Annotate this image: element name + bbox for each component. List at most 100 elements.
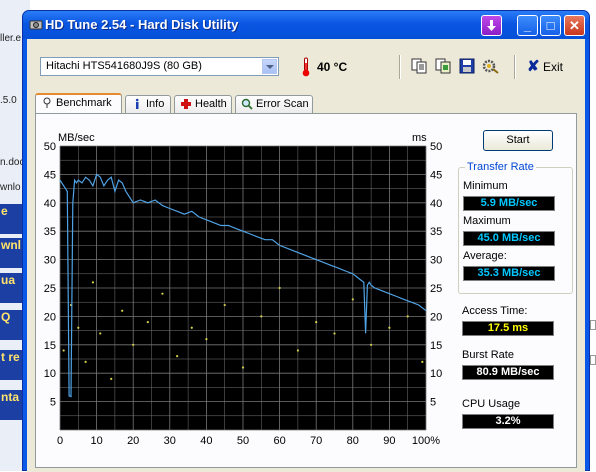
average-value: 35.3 MB/sec bbox=[463, 266, 555, 281]
y-tick-label-right: 10 bbox=[430, 368, 442, 380]
access-time-point bbox=[62, 349, 65, 352]
y-tick-label-right: 15 bbox=[430, 340, 442, 352]
access-time-point bbox=[260, 315, 263, 318]
cpu-usage-label: CPU Usage bbox=[462, 398, 521, 410]
y-tick-label-right: 45 bbox=[430, 169, 442, 181]
thermometer-icon bbox=[302, 57, 310, 77]
background-right-strip bbox=[590, 300, 596, 471]
benchmark-chart: MB/sec ms 0 10 20 30 40 50 60 70 80 90 100% 5 5 10 10 1… bbox=[44, 132, 443, 447]
tab-info[interactable]: Info bbox=[125, 95, 171, 113]
access-time-point bbox=[205, 338, 208, 341]
tab-error-scan[interactable]: Error Scan bbox=[235, 95, 313, 113]
info-icon bbox=[135, 98, 139, 109]
background-checkbox bbox=[590, 355, 596, 365]
y-tick-label-left: 20 bbox=[44, 311, 56, 323]
access-time-point bbox=[146, 320, 149, 324]
toolbar-separator bbox=[514, 55, 516, 79]
background-link: t re bbox=[0, 350, 22, 380]
error-scan-icon bbox=[241, 98, 253, 110]
tab-benchmark[interactable]: Benchmark bbox=[35, 93, 122, 114]
tab-label: Error Scan bbox=[256, 98, 309, 110]
options-icon[interactable] bbox=[482, 57, 500, 75]
background-link: Q bbox=[0, 310, 22, 340]
y-tick-label-left: 35 bbox=[44, 226, 56, 238]
x-tick-label: 20 bbox=[127, 435, 139, 447]
y-tick-label-right: 25 bbox=[430, 283, 442, 295]
tab-label: Health bbox=[195, 98, 227, 110]
background-link: e bbox=[0, 204, 22, 234]
tab-health[interactable]: Health bbox=[174, 95, 232, 113]
window-client: Hitachi HTS541680J9S (80 GB) 40 °C ✘ Exi… bbox=[27, 39, 585, 472]
drive-select-value: Hitachi HTS541680J9S (80 GB) bbox=[46, 60, 202, 72]
y-tick-label-left: 45 bbox=[44, 169, 56, 181]
minimum-label: Minimum bbox=[463, 180, 508, 192]
y-tick-label-left: 5 bbox=[50, 397, 56, 409]
maximum-value: 45.0 MB/sec bbox=[463, 231, 555, 246]
exit-label: Exit bbox=[543, 60, 564, 74]
y-tick-label-right: 5 bbox=[430, 397, 436, 409]
cpu-usage-value: 3.2% bbox=[462, 414, 554, 429]
maximize-button[interactable]: □ bbox=[540, 15, 561, 36]
close-button[interactable]: ✕ bbox=[564, 15, 585, 36]
y-tick-label-left: 25 bbox=[44, 283, 56, 295]
y-axis-left-label: MB/sec bbox=[58, 132, 95, 144]
drive-select[interactable]: Hitachi HTS541680J9S (80 GB) bbox=[40, 57, 279, 76]
x-tick-label: 60 bbox=[273, 435, 285, 447]
exit-icon: ✘ bbox=[527, 58, 540, 75]
y-axis-right-label: ms bbox=[412, 132, 427, 144]
access-time-point bbox=[77, 326, 80, 329]
chevron-down-icon[interactable] bbox=[262, 59, 277, 74]
y-tick-label-left: 40 bbox=[44, 198, 56, 210]
access-time-point bbox=[278, 286, 281, 290]
access-time-point bbox=[241, 366, 245, 369]
chart-grid bbox=[59, 145, 427, 431]
copy-info-icon[interactable] bbox=[410, 57, 428, 75]
transfer-rate-group: Transfer Rate Minimum 5.9 MB/sec Maximum… bbox=[458, 161, 573, 294]
x-tick-label: 50 bbox=[237, 435, 249, 447]
access-time-point bbox=[84, 360, 87, 363]
benchmark-panel: MB/sec ms 0 10 20 30 40 50 60 70 80 90 100% 5 5 10 10 1… bbox=[35, 113, 577, 468]
access-time-point bbox=[421, 360, 424, 363]
access-time-point bbox=[406, 315, 409, 318]
title-bar[interactable]: HD Tune 2.54 - Hard Disk Utility _ □ ✕ bbox=[23, 11, 589, 39]
access-time-point bbox=[351, 298, 354, 301]
x-tick-label: 100% bbox=[412, 435, 440, 447]
access-time-point bbox=[190, 326, 193, 329]
save-icon[interactable] bbox=[458, 57, 476, 75]
health-icon bbox=[181, 99, 191, 109]
access-time-point bbox=[223, 303, 226, 307]
access-time-point bbox=[370, 343, 373, 346]
start-button[interactable]: Start bbox=[483, 130, 553, 151]
x-tick-label: 10 bbox=[90, 435, 102, 447]
toolbar: Hitachi HTS541680J9S (80 GB) 40 °C ✘ Exi… bbox=[27, 39, 585, 93]
x-tick-label: 80 bbox=[347, 435, 359, 447]
benchmark-icon bbox=[43, 97, 51, 108]
background-checkbox bbox=[590, 320, 596, 330]
access-time-point bbox=[99, 332, 102, 335]
access-time-label: Access Time: bbox=[462, 305, 528, 317]
access-time-point bbox=[121, 309, 124, 312]
y-tick-label-right: 50 bbox=[430, 141, 442, 153]
temperature-value: 40 °C bbox=[317, 60, 348, 74]
background-link: wnl bbox=[0, 238, 22, 268]
toolbar-separator bbox=[399, 55, 401, 79]
tab-label: Benchmark bbox=[56, 97, 112, 109]
access-time-value: 17.5 ms bbox=[462, 321, 554, 336]
download-icon[interactable] bbox=[481, 15, 502, 36]
access-time-point bbox=[132, 343, 135, 346]
y-tick-label-left: 30 bbox=[44, 255, 56, 267]
access-time-point bbox=[176, 355, 179, 358]
copy-screenshot-icon[interactable] bbox=[434, 57, 452, 75]
access-time-point bbox=[315, 320, 318, 324]
access-time-point bbox=[91, 281, 95, 284]
x-tick-label: 40 bbox=[200, 435, 212, 447]
access-time-point bbox=[296, 349, 299, 352]
y-tick-label-right: 40 bbox=[430, 198, 442, 210]
access-time-point bbox=[333, 332, 336, 335]
minimize-button[interactable]: _ bbox=[517, 15, 538, 36]
burst-rate-value: 80.9 MB/sec bbox=[462, 365, 554, 380]
background-link: nta bbox=[0, 390, 22, 420]
y-tick-label-right: 35 bbox=[430, 226, 442, 238]
maximum-label: Maximum bbox=[463, 215, 511, 227]
access-time-point bbox=[161, 292, 164, 295]
